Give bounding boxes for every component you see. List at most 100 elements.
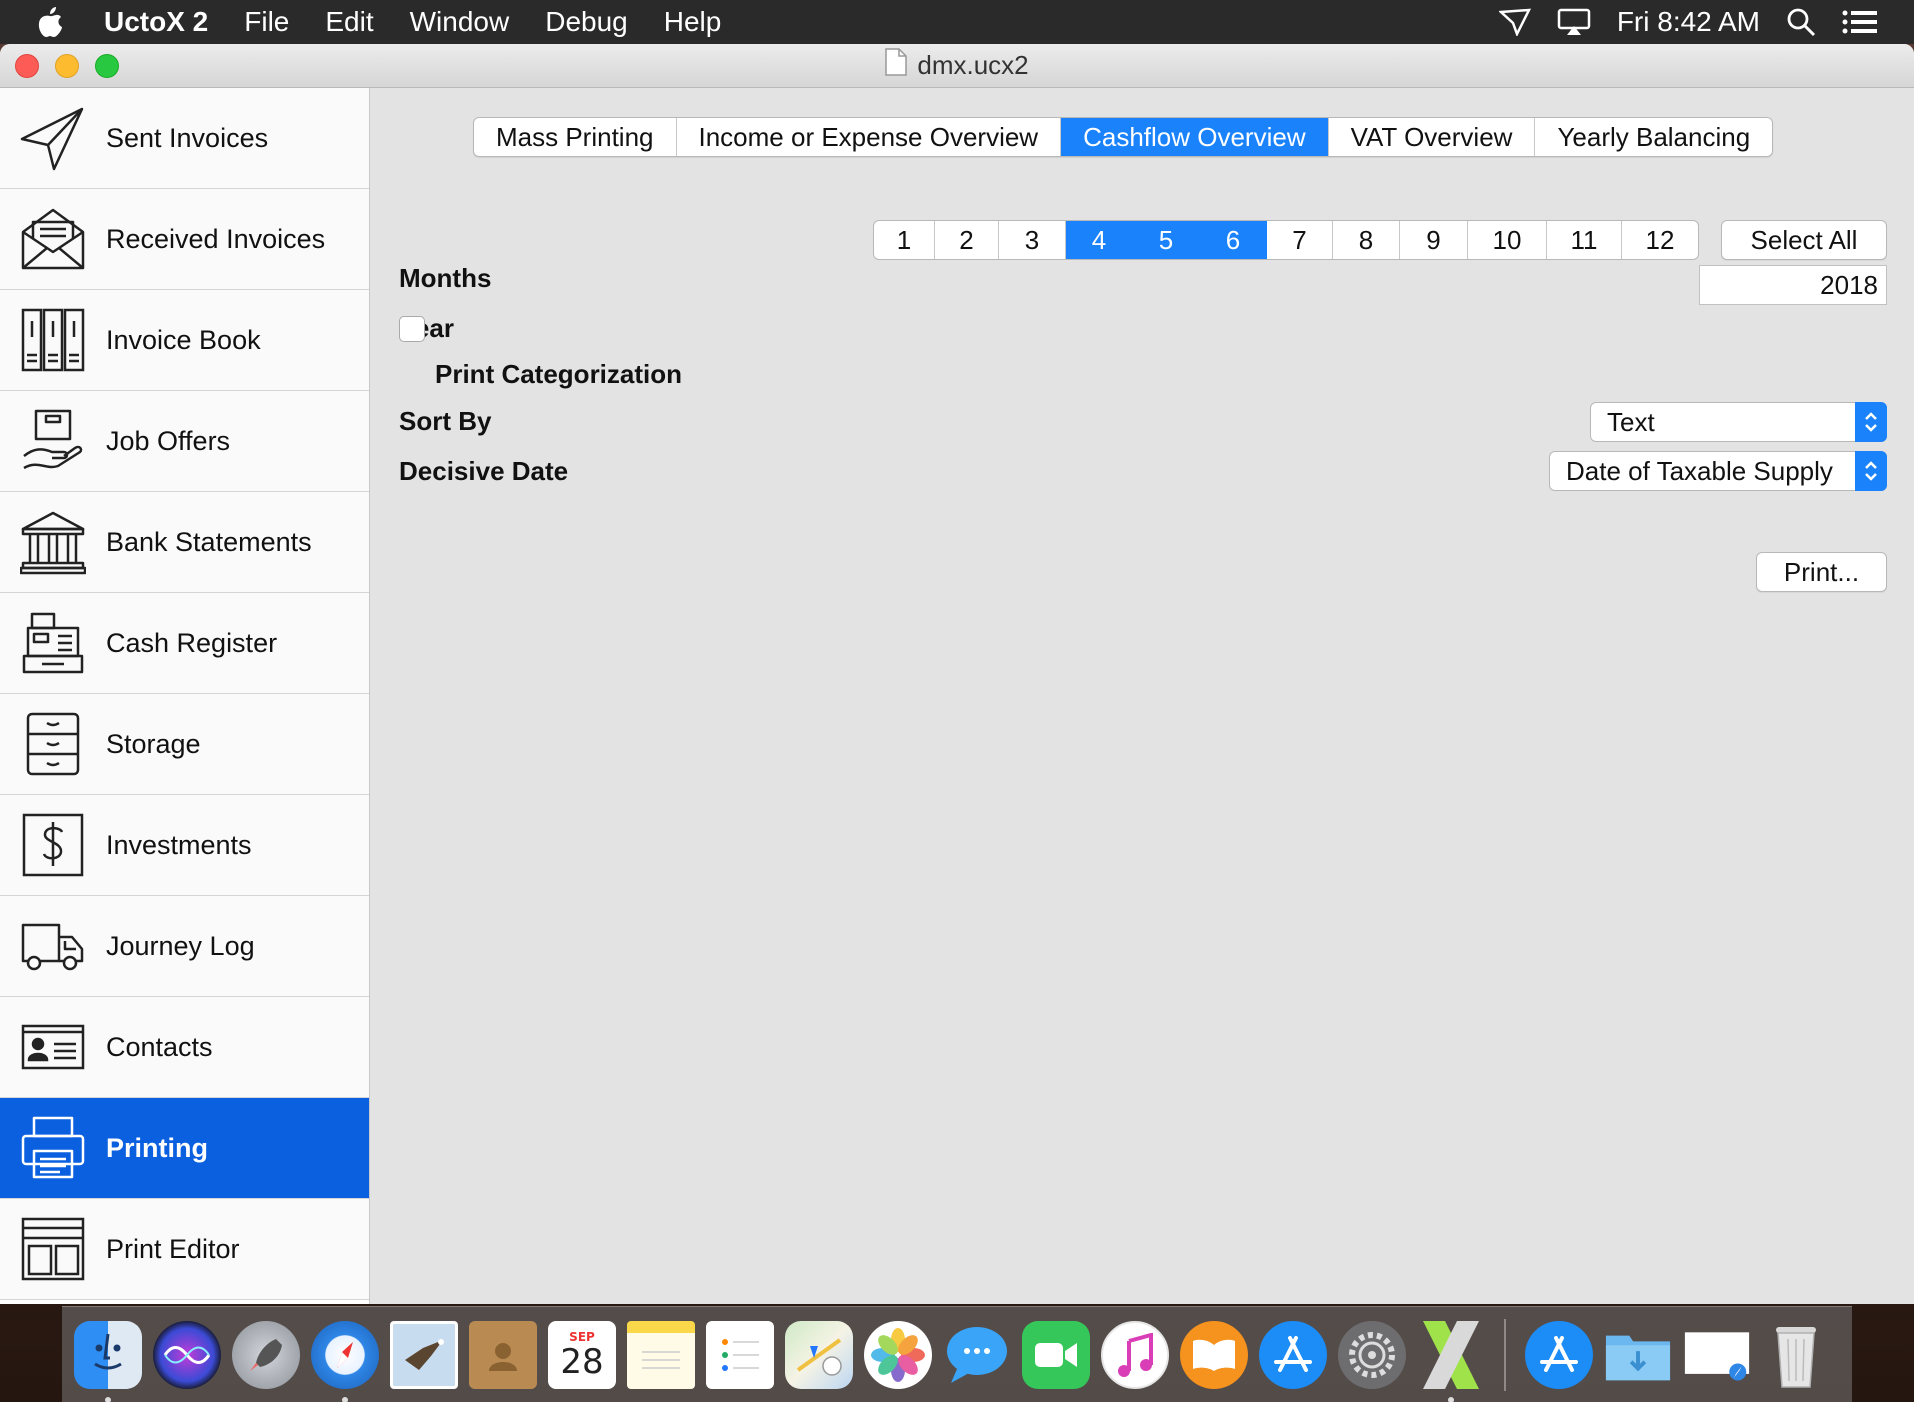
running-indicator (1448, 1396, 1454, 1402)
sidebar-item-label: Sent Invoices (106, 122, 269, 153)
chevron-updown-icon (1855, 402, 1887, 442)
sidebar-item-storage[interactable]: Storage (0, 694, 369, 795)
uctox-icon[interactable] (1417, 1320, 1485, 1402)
envelope-icon (0, 206, 106, 272)
mail-eagle-icon[interactable] (390, 1320, 458, 1389)
sidebar-item-job-offers[interactable]: Job Offers (0, 391, 369, 492)
month-10[interactable]: 10 (1468, 221, 1547, 259)
calendar-day: 28 (560, 1341, 604, 1382)
safari-icon[interactable] (311, 1320, 379, 1402)
sidebar-item-label: Storage (106, 728, 201, 759)
month-6[interactable]: 6 (1200, 221, 1267, 259)
siri-icon[interactable] (153, 1320, 221, 1389)
contact-card-icon (0, 1014, 106, 1080)
sidebar-item-printing[interactable]: Printing (0, 1098, 369, 1199)
month-11[interactable]: 11 (1547, 221, 1622, 259)
month-7[interactable]: 7 (1267, 221, 1333, 259)
apple-menu-icon[interactable] (36, 6, 92, 38)
chevron-updown-icon (1855, 451, 1887, 491)
printer-icon (0, 1115, 106, 1181)
calendar-icon[interactable]: SEP 28 (548, 1320, 616, 1389)
launchpad-icon[interactable] (232, 1320, 300, 1389)
clock[interactable]: Fri 8:42 AM (1617, 6, 1760, 38)
sidebar-item-invoice-book[interactable]: Invoice Book (0, 290, 369, 391)
sidebar: Sent Invoices Received Invoices Invoice … (0, 88, 370, 1304)
print-button[interactable]: Print... (1756, 552, 1887, 592)
month-4[interactable]: 4 (1066, 221, 1133, 259)
layout-icon (0, 1216, 106, 1282)
sidebar-item-label: Journey Log (106, 930, 255, 961)
sidebar-item-journey-log[interactable]: Journey Log (0, 896, 369, 997)
itunes-icon[interactable] (1101, 1320, 1169, 1389)
window-minimize-button[interactable] (55, 54, 79, 78)
finder-icon[interactable] (74, 1320, 142, 1402)
sidebar-item-received-invoices[interactable]: Received Invoices (0, 189, 369, 290)
tab-vat-overview[interactable]: VAT Overview (1329, 118, 1536, 156)
cash-register-icon (0, 610, 106, 676)
sidebar-item-investments[interactable]: Investments (0, 795, 369, 896)
dock: SEP 28 (62, 1306, 1852, 1402)
sidebar-item-label: Bank Statements (106, 526, 312, 557)
airplay-display-icon[interactable] (1557, 8, 1591, 36)
menu-file[interactable]: File (226, 6, 307, 38)
menu-help[interactable]: Help (646, 6, 740, 38)
window-title: dmx.ucx2 (917, 50, 1029, 80)
menu-edit[interactable]: Edit (307, 6, 391, 38)
tab-cashflow-overview[interactable]: Cashflow Overview (1061, 118, 1329, 156)
app-menu[interactable]: UctoX 2 (92, 6, 226, 38)
sidebar-item-label: Printing (106, 1132, 208, 1163)
window-zoom-button[interactable] (95, 54, 119, 78)
facetime-icon[interactable] (1022, 1320, 1090, 1389)
spotlight-search-icon[interactable] (1786, 7, 1816, 37)
ibooks-icon[interactable] (1180, 1320, 1248, 1389)
app-store-downloads-icon[interactable] (1525, 1320, 1593, 1389)
notification-center-icon[interactable] (1842, 10, 1878, 34)
sidebar-item-contacts[interactable]: Contacts (0, 997, 369, 1098)
month-8[interactable]: 8 (1333, 221, 1400, 259)
hand-box-icon (0, 408, 106, 474)
month-1[interactable]: 1 (874, 221, 935, 259)
running-indicator (342, 1396, 348, 1402)
truck-icon (0, 913, 106, 979)
tab-income-expense-overview[interactable]: Income or Expense Overview (677, 118, 1062, 156)
month-12[interactable]: 12 (1622, 221, 1698, 259)
print-categorization-checkbox[interactable] (399, 316, 425, 342)
select-all-button[interactable]: Select All (1721, 220, 1887, 260)
app-store-icon[interactable] (1259, 1320, 1327, 1389)
downloads-folder-icon[interactable] (1604, 1321, 1672, 1389)
contacts-book-icon[interactable] (469, 1320, 537, 1389)
sidebar-item-label: Contacts (106, 1031, 213, 1062)
bank-icon (0, 509, 106, 575)
year-field[interactable]: 2018 (1699, 265, 1887, 305)
month-5[interactable]: 5 (1133, 221, 1200, 259)
sort-by-select[interactable]: Text (1590, 402, 1887, 442)
notes-icon[interactable] (627, 1320, 695, 1389)
tab-mass-printing[interactable]: Mass Printing (474, 118, 677, 156)
maps-icon[interactable] (785, 1320, 853, 1389)
menu-debug[interactable]: Debug (527, 6, 646, 38)
photos-icon[interactable] (864, 1320, 932, 1389)
safari-document-icon[interactable] (1683, 1321, 1751, 1389)
month-9[interactable]: 9 (1400, 221, 1468, 259)
location-arrow-icon[interactable] (1498, 8, 1531, 36)
title-bar[interactable]: dmx.ucx2 (0, 44, 1914, 88)
print-categorization-label[interactable]: Print Categorization (435, 359, 682, 390)
sidebar-item-bank-statements[interactable]: Bank Statements (0, 492, 369, 593)
menu-window[interactable]: Window (392, 6, 528, 38)
sidebar-item-label: Investments (106, 829, 252, 860)
window-close-button[interactable] (15, 54, 39, 78)
month-3[interactable]: 3 (999, 221, 1066, 259)
sidebar-item-sent-invoices[interactable]: Sent Invoices (0, 88, 369, 189)
dock-separator (1504, 1318, 1506, 1391)
messages-icon[interactable] (943, 1321, 1011, 1389)
tab-yearly-balancing[interactable]: Yearly Balancing (1535, 118, 1772, 156)
sidebar-item-label: Job Offers (106, 425, 231, 456)
month-2[interactable]: 2 (935, 221, 999, 259)
sidebar-item-cash-register[interactable]: Cash Register (0, 593, 369, 694)
reminders-icon[interactable] (706, 1320, 774, 1389)
system-preferences-icon[interactable] (1338, 1320, 1406, 1389)
decisive-date-value: Date of Taxable Supply (1566, 456, 1833, 486)
sidebar-item-print-editor[interactable]: Print Editor (0, 1199, 369, 1300)
trash-icon[interactable] (1762, 1321, 1830, 1389)
decisive-date-select[interactable]: Date of Taxable Supply (1549, 451, 1887, 491)
